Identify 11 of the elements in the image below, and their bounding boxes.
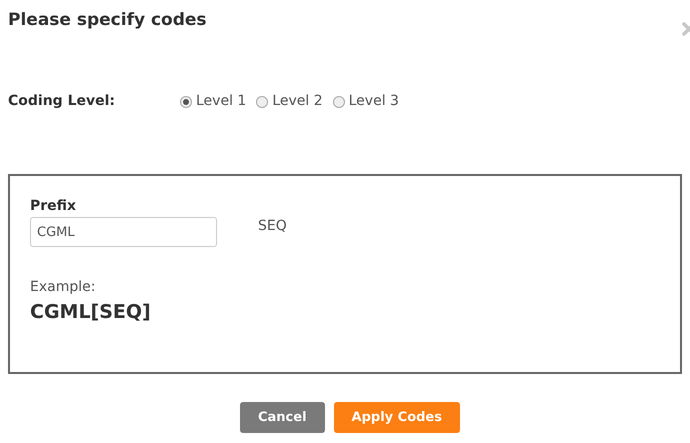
sequence-label: SEQ xyxy=(258,217,287,236)
example-label: Example: xyxy=(30,278,96,297)
dialog-title: Please specify codes xyxy=(8,9,207,32)
prefix-label: Prefix xyxy=(30,197,78,216)
coding-level-label: Coding Level: xyxy=(8,92,116,111)
level-radio[interactable]: Level 1 xyxy=(180,91,246,112)
level-radio[interactable]: Level 2 xyxy=(256,91,323,112)
level-radio[interactable]: Level 3 xyxy=(332,91,399,112)
prefix-input[interactable]: CGML xyxy=(30,217,217,247)
example-value: CGML[SEQ] xyxy=(30,300,152,325)
cancel-button[interactable]: Cancel xyxy=(240,402,325,433)
